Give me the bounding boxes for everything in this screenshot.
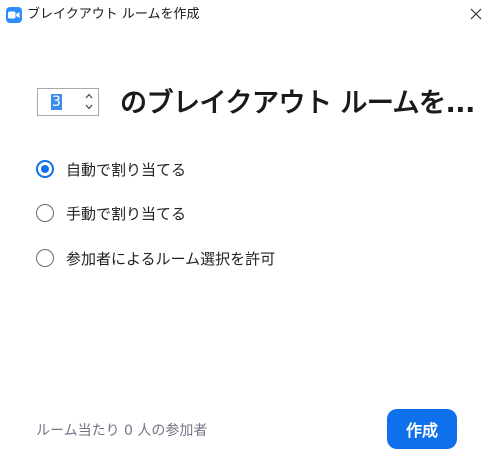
option-manual-assign-label: 手動で割り当てる xyxy=(66,204,187,223)
option-participant-choose-label: 参加者によるルーム選択を許可 xyxy=(66,249,276,268)
option-auto-assign-label: 自動で割り当てる xyxy=(66,160,187,179)
breakout-room-dialog: ブレイクアウト ルームを作成 3 のブレイクアウト ルームを... 自動で割り当… xyxy=(0,0,500,474)
radio-participant-choose[interactable] xyxy=(36,249,54,267)
radio-manual-assign[interactable] xyxy=(36,204,54,222)
room-count-value[interactable]: 3 xyxy=(51,94,62,110)
stepper-arrows xyxy=(84,92,94,112)
option-auto-assign[interactable]: 自動で割り当てる xyxy=(36,158,186,180)
title-bar: ブレイクアウト ルームを作成 xyxy=(0,0,500,30)
option-participant-choose[interactable]: 参加者によるルーム選択を許可 xyxy=(36,247,275,269)
radio-auto-assign[interactable] xyxy=(36,160,54,178)
participants-per-room-text: ルーム当たり 0 人の参加者 xyxy=(36,423,208,439)
room-count-heading: のブレイクアウト ルームを... xyxy=(120,88,475,119)
chevron-up-icon[interactable] xyxy=(85,92,93,100)
zoom-app-icon xyxy=(6,7,22,23)
close-button[interactable] xyxy=(458,0,494,28)
window-title: ブレイクアウト ルームを作成 xyxy=(27,7,200,22)
close-icon xyxy=(470,8,482,20)
room-count-stepper[interactable]: 3 xyxy=(37,88,99,116)
create-button[interactable]: 作成 xyxy=(387,409,457,449)
chevron-down-icon[interactable] xyxy=(85,103,93,111)
option-manual-assign[interactable]: 手動で割り当てる xyxy=(36,202,186,224)
